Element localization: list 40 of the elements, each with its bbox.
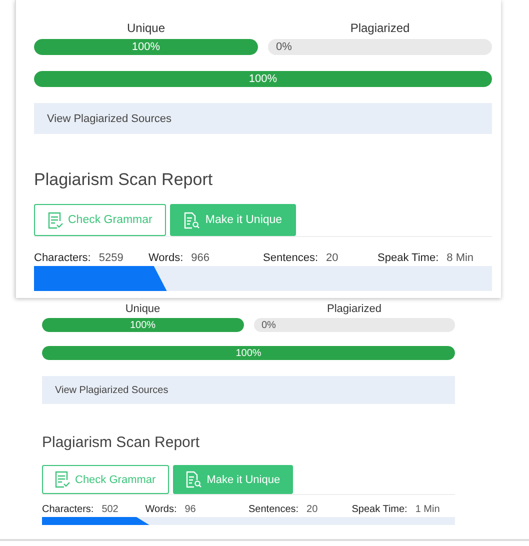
stat-value: 96 xyxy=(184,504,196,515)
report-title: Plagiarism Scan Report xyxy=(34,170,214,190)
report-title: Plagiarism Scan Report xyxy=(42,434,201,451)
percent-reading: 100% xyxy=(234,346,262,360)
active-tab[interactable] xyxy=(42,517,150,525)
active-tab[interactable] xyxy=(34,266,167,291)
stat-label: Sentences: xyxy=(263,252,318,264)
percent-reading: 100% xyxy=(130,40,162,55)
make-unique-button[interactable]: Make it Unique xyxy=(170,204,296,236)
meter-label: Unique xyxy=(126,21,166,35)
stat-value: 20 xyxy=(306,504,318,515)
stat-label: Characters: xyxy=(34,252,91,264)
check-grammar-button[interactable]: Check Grammar xyxy=(34,204,166,236)
stat-value: 502 xyxy=(102,504,118,515)
meter-label: Plagiarized xyxy=(327,303,382,315)
stat-value: 20 xyxy=(326,252,338,264)
make-unique-button[interactable]: Make it Unique xyxy=(172,465,294,494)
stat-value: 966 xyxy=(191,252,210,264)
percent-reading: 100% xyxy=(248,72,278,87)
sources-link[interactable]: View Plagiarized Sources xyxy=(34,103,492,134)
stat-label: Sentences: xyxy=(248,504,299,515)
percent-reading: 0% xyxy=(276,40,292,55)
meter-label: Plagiarized xyxy=(350,21,410,35)
stat-value: 1 Min xyxy=(415,504,440,515)
stat-label: Words: xyxy=(145,504,177,515)
checklist-icon xyxy=(55,471,70,488)
percent-reading: 0% xyxy=(262,318,276,332)
stat-label: Speak Time: xyxy=(378,252,439,264)
check-grammar-button[interactable]: Check Grammar xyxy=(42,465,169,494)
document-search-icon xyxy=(184,212,200,228)
meter-label: Unique xyxy=(125,303,160,315)
stat-value: 8 Min xyxy=(446,252,474,264)
document-search-icon xyxy=(186,471,202,488)
stat-label: Words: xyxy=(148,252,184,264)
stat-label: Speak Time: xyxy=(352,504,408,515)
stat-value: 5259 xyxy=(98,252,124,264)
percent-reading: 100% xyxy=(128,318,157,332)
stat-label: Characters: xyxy=(42,504,94,515)
checklist-icon xyxy=(48,212,63,228)
sources-link[interactable]: View Plagiarized Sources xyxy=(42,376,455,404)
